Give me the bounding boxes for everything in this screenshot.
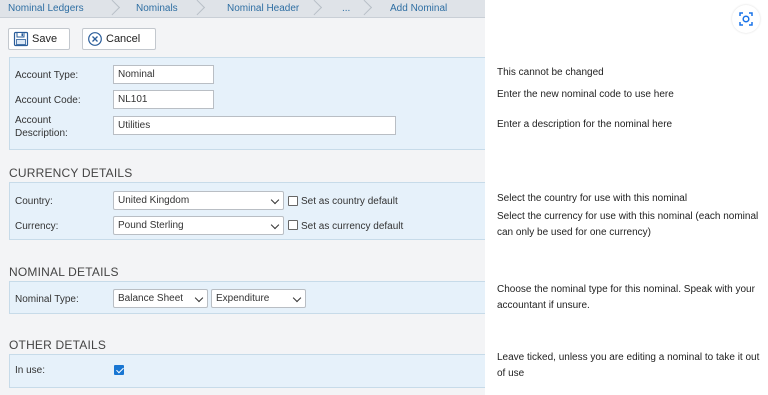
account-type-label: Account Type: xyxy=(15,70,79,81)
help-country: Select the country for use with this nom… xyxy=(497,193,688,204)
floppy-disk-icon xyxy=(13,31,29,47)
breadcrumb-nominals[interactable]: Nominals xyxy=(122,0,207,17)
breadcrumb-ellipsis[interactable]: ... xyxy=(324,0,374,17)
cancel-button[interactable]: Cancel xyxy=(82,28,156,50)
currency-select[interactable]: Pound Sterling xyxy=(113,216,284,235)
save-button[interactable]: Save xyxy=(8,28,70,50)
account-description-label-line2: Description: xyxy=(15,128,68,139)
chevron-down-icon xyxy=(270,195,280,205)
currency-label: Currency: xyxy=(15,221,59,232)
nominal-type-select-value: Balance Sheet xyxy=(118,293,184,304)
other-panel xyxy=(9,354,485,388)
save-button-label: Save xyxy=(32,33,58,45)
nominal-category-select[interactable]: Expenditure xyxy=(211,289,306,308)
help-currency: Select the currency for use with this no… xyxy=(497,211,759,238)
scan-lens-button[interactable] xyxy=(732,5,760,33)
account-code-label: Account Code: xyxy=(15,95,81,106)
nominal-form-app: Nominal Ledgers Nominals Nominal Header … xyxy=(0,0,485,395)
other-details-title: OTHER DETAILS xyxy=(9,338,107,352)
account-description-label-line1: Account xyxy=(15,115,52,126)
currency-details-title: CURRENCY DETAILS xyxy=(9,166,133,180)
breadcrumb-nominal-ledgers[interactable]: Nominal Ledgers xyxy=(0,0,122,17)
nominal-category-select-value: Expenditure xyxy=(216,293,270,304)
nominal-type-select[interactable]: Balance Sheet xyxy=(113,289,208,308)
in-use-label: In use: xyxy=(15,365,46,376)
currency-select-value: Pound Sterling xyxy=(118,220,184,231)
nominal-type-label: Nominal Type: xyxy=(15,294,79,305)
help-account-type: This cannot be changed xyxy=(497,67,604,78)
country-select-value: United Kingdom xyxy=(118,195,190,206)
scan-lens-icon xyxy=(739,12,753,26)
in-use-checkbox[interactable] xyxy=(114,365,124,375)
nominal-details-title: NOMINAL DETAILS xyxy=(9,265,119,279)
account-description-input[interactable]: Utilities xyxy=(113,116,396,135)
country-default-checkbox[interactable] xyxy=(288,196,298,206)
account-type-field: Nominal xyxy=(113,65,214,84)
breadcrumb-add-nominal: Add Nominal xyxy=(390,3,448,14)
help-account-description: Enter a description for the nominal here xyxy=(497,119,673,130)
currency-default-checkbox[interactable] xyxy=(288,220,298,230)
cancel-button-label: Cancel xyxy=(106,33,141,45)
chevron-down-icon xyxy=(292,293,302,303)
chevron-down-icon xyxy=(270,220,280,230)
currency-default-label: Set as currency default xyxy=(301,221,404,232)
breadcrumb-nominal-header[interactable]: Nominal Header xyxy=(207,0,324,17)
help-in-use: Leave ticked, unless you are editing a n… xyxy=(497,352,760,379)
country-label: Country: xyxy=(15,196,53,207)
country-default-label: Set as country default xyxy=(301,196,398,207)
country-select[interactable]: United Kingdom xyxy=(113,191,284,210)
breadcrumb: Nominal Ledgers Nominals Nominal Header … xyxy=(0,0,485,18)
help-account-code: Enter the new nominal code to use here xyxy=(497,89,674,100)
chevron-down-icon xyxy=(194,293,204,303)
help-nominal-type: Choose the nominal type for this nominal… xyxy=(497,284,755,311)
circle-x-icon xyxy=(87,31,103,47)
account-code-input[interactable]: NL101 xyxy=(113,90,214,109)
